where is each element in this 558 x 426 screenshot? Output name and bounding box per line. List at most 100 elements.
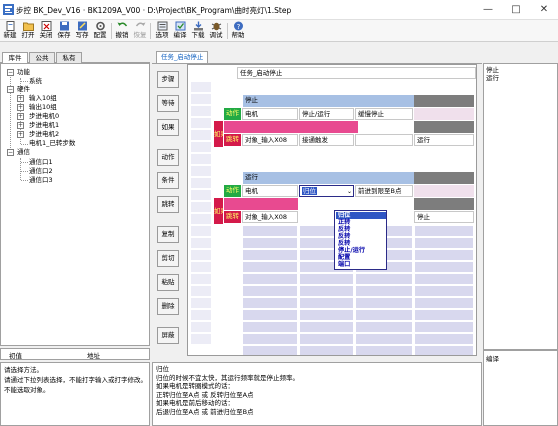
dropdown-option[interactable]: 配置 (336, 254, 386, 261)
cut-button[interactable]: 剪切 (157, 250, 179, 267)
tree-node-system[interactable]: 系统 (29, 77, 42, 86)
empty-grid-cell[interactable] (299, 333, 354, 345)
action-param-cell[interactable]: 前进到限至B点 (355, 185, 413, 197)
empty-grid-cell[interactable] (242, 333, 298, 345)
empty-grid-cell[interactable] (190, 237, 212, 249)
empty-grid-cell[interactable] (414, 273, 474, 285)
jump-button[interactable]: 跳转 (157, 196, 179, 213)
delete-button[interactable]: 删除 (157, 298, 179, 315)
empty-grid-cell[interactable] (299, 345, 354, 355)
empty-grid-cell[interactable] (242, 237, 298, 249)
tree-node-hardware[interactable]: 硬件 (17, 85, 30, 94)
if-condition-bar[interactable] (224, 198, 298, 210)
dropdown-option[interactable]: 停止/运行 (336, 247, 386, 254)
minimize-button[interactable]: — (474, 0, 502, 20)
empty-grid-cell[interactable] (414, 225, 474, 237)
empty-grid-cell[interactable] (190, 93, 212, 105)
empty-grid-cell[interactable] (355, 321, 413, 333)
empty-grid-cell[interactable] (190, 81, 212, 93)
dropdown-option[interactable]: 正转 (336, 219, 386, 226)
condition-button[interactable]: 条件 (157, 172, 179, 189)
empty-grid-cell[interactable] (242, 261, 298, 273)
task-header[interactable]: 任务_启动停止 (237, 67, 476, 79)
maximize-button[interactable]: □ (502, 0, 530, 20)
empty-grid-cell[interactable] (299, 309, 354, 321)
tree-node-stepper-1[interactable]: 步进电机1 (29, 121, 59, 130)
empty-grid-cell[interactable] (242, 345, 298, 355)
empty-grid-cell[interactable] (190, 189, 212, 201)
expand-icon[interactable]: + (17, 131, 24, 138)
empty-grid-cell[interactable] (242, 297, 298, 309)
empty-grid-cell[interactable] (299, 297, 354, 309)
dropdown-option[interactable]: 反转 (336, 226, 386, 233)
jump-target-cell[interactable]: 停止 (414, 211, 474, 223)
state-run-header[interactable]: 运行 (243, 172, 414, 184)
expand-icon[interactable]: + (17, 122, 24, 129)
empty-grid-cell[interactable] (242, 273, 298, 285)
state-list-item[interactable]: 运行 (486, 74, 555, 82)
expand-icon[interactable]: + (17, 113, 24, 120)
empty-grid-cell[interactable] (190, 333, 212, 345)
action-object-cell[interactable]: 电机 (242, 108, 298, 120)
empty-grid-cell[interactable] (414, 297, 474, 309)
tree-node-input[interactable]: 输入10组 (29, 94, 57, 103)
empty-grid-cell[interactable] (190, 165, 212, 177)
tree-node-stepper-0[interactable]: 步进电机0 (29, 112, 59, 121)
tree-node-comm-2[interactable]: 通信口2 (29, 167, 53, 176)
tab-private[interactable]: 私有 (56, 52, 82, 63)
tree-node-comm[interactable]: 通信 (17, 148, 30, 157)
chevron-down-icon[interactable]: ⌄ (347, 186, 352, 196)
mask-button[interactable]: 屏蔽 (157, 327, 179, 344)
collapse-icon[interactable]: − (7, 86, 14, 93)
config-button[interactable]: 配置 (91, 21, 109, 41)
tree-node-comm-1[interactable]: 通信口1 (29, 158, 53, 167)
empty-grid-cell[interactable] (190, 177, 212, 189)
empty-grid-cell[interactable] (355, 309, 413, 321)
empty-grid-cell[interactable] (355, 345, 413, 355)
empty-grid-cell[interactable] (414, 345, 474, 355)
tree-node-motor-steps[interactable]: 电机1_已转步数 (29, 139, 75, 148)
empty-grid-cell[interactable] (190, 297, 212, 309)
collapse-icon[interactable]: − (7, 149, 14, 156)
jump-param-cell[interactable] (355, 134, 413, 146)
action-button[interactable]: 动作 (157, 149, 179, 166)
empty-grid-cell[interactable] (355, 297, 413, 309)
close-window-button[interactable]: ✕ (530, 0, 558, 20)
empty-grid-cell[interactable] (190, 117, 212, 129)
empty-grid-cell[interactable] (414, 309, 474, 321)
empty-grid-cell[interactable] (299, 273, 354, 285)
empty-grid-cell[interactable] (190, 201, 212, 213)
action-extra-cell[interactable] (414, 108, 474, 120)
empty-grid-cell[interactable] (242, 249, 298, 261)
empty-grid-cell[interactable] (190, 129, 212, 141)
empty-grid-cell[interactable] (190, 249, 212, 261)
empty-grid-cell[interactable] (414, 333, 474, 345)
expand-icon[interactable]: + (17, 104, 24, 111)
empty-grid-cell[interactable] (242, 309, 298, 321)
empty-grid-cell[interactable] (242, 285, 298, 297)
tree-node-function[interactable]: 功能 (17, 68, 30, 77)
action-object-cell[interactable]: 电机 (242, 185, 298, 197)
action-param-cell[interactable]: 缓慢停止 (355, 108, 413, 120)
empty-grid-cell[interactable] (190, 261, 212, 273)
empty-grid-cell[interactable] (190, 105, 212, 117)
jump-trigger-cell[interactable]: 接通触发 (299, 134, 354, 146)
expand-icon[interactable]: + (17, 95, 24, 102)
empty-grid-cell[interactable] (242, 321, 298, 333)
empty-grid-cell[interactable] (242, 225, 298, 237)
empty-grid-cell[interactable] (299, 321, 354, 333)
tree-node-comm-3[interactable]: 通信口3 (29, 176, 53, 185)
tree-node-stepper-2[interactable]: 步进电机2 (29, 130, 59, 139)
copy-button[interactable]: 复制 (157, 226, 179, 243)
empty-grid-cell[interactable] (190, 273, 212, 285)
empty-grid-cell[interactable] (190, 309, 212, 321)
empty-grid-cell[interactable] (355, 333, 413, 345)
dropdown-option[interactable]: 归位 (336, 212, 386, 219)
if-button[interactable]: 如果 (157, 119, 179, 136)
jump-target-cell[interactable]: 运行 (414, 134, 474, 146)
action-extra-cell[interactable] (414, 185, 474, 197)
jump-object-cell[interactable]: 对象_输入X08 (242, 134, 298, 146)
redo-button[interactable]: 恢复 (131, 21, 149, 41)
paste-button[interactable]: 粘贴 (157, 274, 179, 291)
empty-grid-cell[interactable] (190, 141, 212, 153)
